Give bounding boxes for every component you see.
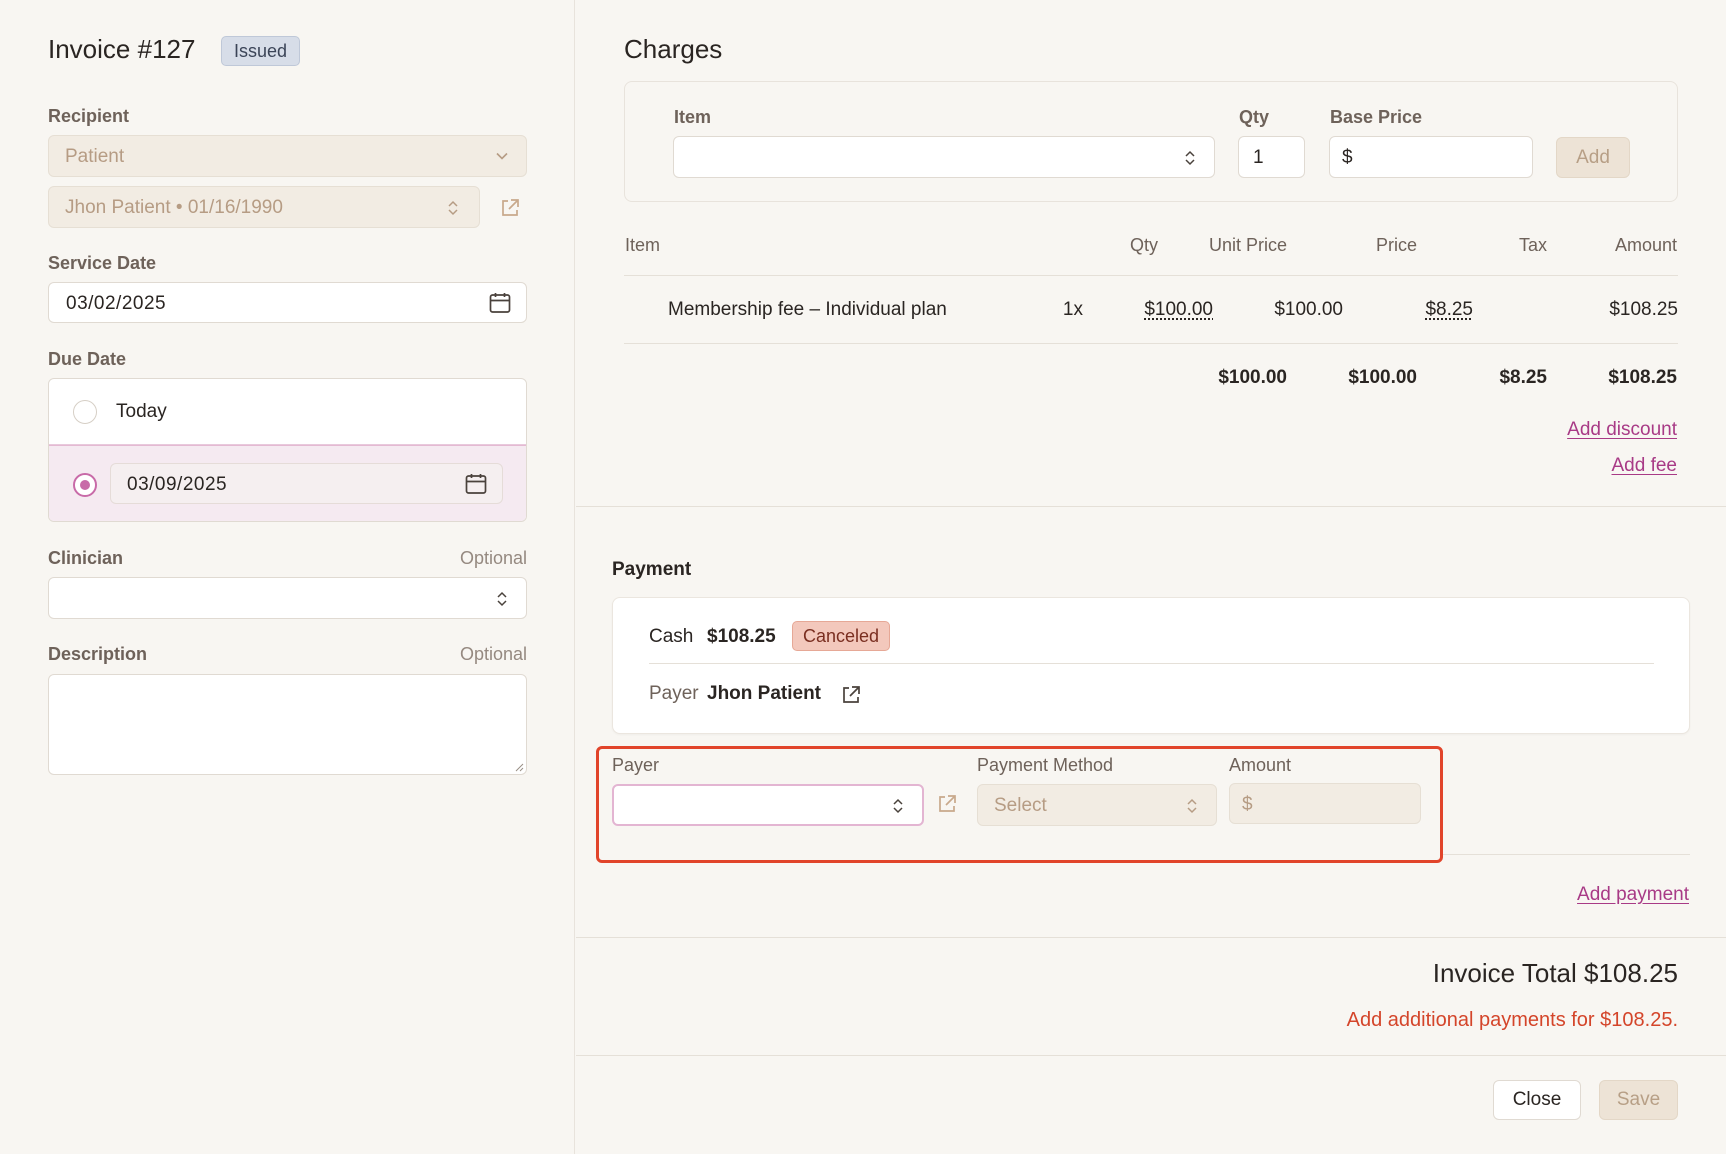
payment-method-placeholder: Select: [994, 795, 1047, 816]
base-price-label: Base Price: [1330, 107, 1423, 127]
updown-icon: [1186, 797, 1198, 815]
row-divider: [1443, 854, 1690, 855]
description-label: Description: [48, 644, 148, 664]
payer-name: Jhon Patient: [707, 683, 822, 704]
add-charge-form: Item Qty 1 Base Price $ Add: [624, 81, 1678, 202]
total-amount: $108.25: [1608, 367, 1677, 388]
description-optional: Optional: [459, 644, 527, 664]
payment-card: Cash $108.25 Canceled Payer Jhon Patient: [612, 597, 1690, 734]
section-divider: [576, 506, 1726, 507]
col-item-header: Item: [625, 235, 661, 255]
payer-label: Payer: [649, 683, 699, 704]
radio-today[interactable]: [73, 400, 97, 424]
due-date-option-custom[interactable]: 03/09/2025: [49, 445, 526, 521]
updown-icon: [892, 797, 904, 815]
due-today-label: Today: [116, 401, 167, 422]
col-unit-price-header: Unit Price: [1208, 235, 1287, 255]
updown-icon: [447, 199, 459, 217]
total-price: $100.00: [1348, 367, 1417, 388]
qty-input[interactable]: 1: [1238, 136, 1305, 178]
payment-amount: $108.25: [707, 626, 776, 647]
table-row[interactable]: Membership fee – Individual plan 1x $100…: [624, 276, 1678, 342]
clinician-optional: Optional: [459, 548, 527, 568]
payment-warning: Add additional payments for $108.25.: [1346, 1009, 1678, 1031]
row-price: $100.00: [1274, 299, 1343, 320]
clinician-select[interactable]: [48, 577, 527, 619]
payment-title: Payment: [612, 559, 692, 580]
recipient-label: Recipient: [48, 106, 130, 126]
card-divider: [649, 663, 1654, 664]
payment-status-badge: Canceled: [792, 621, 891, 651]
status-badge: Issued: [221, 36, 301, 66]
external-link-icon[interactable]: [499, 197, 521, 219]
qty-label: Qty: [1239, 107, 1270, 127]
item-select[interactable]: [673, 136, 1215, 178]
invoice-title: Invoice #127: [48, 34, 196, 64]
section-divider: [576, 937, 1726, 938]
recipient-patient-value: Jhon Patient • 01/16/1990: [65, 197, 283, 218]
item-label: Item: [674, 107, 712, 127]
col-amount-header: Amount: [1614, 235, 1677, 255]
col-price-header: Price: [1375, 235, 1417, 255]
invoice-total: Invoice Total $108.25: [1432, 958, 1678, 988]
col-qty-header: Qty: [1129, 235, 1158, 255]
amount-label: Amount: [1229, 755, 1292, 775]
base-price-input[interactable]: $: [1329, 136, 1533, 178]
description-textarea[interactable]: [48, 674, 527, 775]
row-amount: $108.25: [1609, 299, 1678, 320]
recipient-type-value: Patient: [65, 146, 125, 167]
new-payer-select[interactable]: [612, 784, 924, 826]
updown-icon: [1184, 149, 1196, 167]
due-date-label: Due Date: [48, 349, 127, 369]
row-tax[interactable]: $8.25: [1425, 299, 1473, 321]
new-payer-label: Payer: [612, 755, 660, 775]
updown-icon: [496, 590, 508, 608]
add-payment-link[interactable]: Add payment: [1577, 884, 1689, 906]
amount-input[interactable]: $: [1229, 783, 1421, 824]
due-date-value: 03/09/2025: [127, 474, 228, 495]
total-tax: $8.25: [1499, 367, 1547, 388]
calendar-icon[interactable]: [464, 472, 488, 496]
radio-custom-date[interactable]: [73, 473, 97, 497]
service-date-value: 03/02/2025: [66, 293, 167, 314]
total-unit-price: $100.00: [1218, 367, 1287, 388]
due-date-option-today[interactable]: Today: [49, 379, 526, 445]
recipient-type-select[interactable]: Patient: [48, 135, 527, 177]
due-date-input[interactable]: 03/09/2025: [110, 463, 503, 504]
col-tax-header: Tax: [1518, 235, 1547, 255]
recipient-patient-select[interactable]: Jhon Patient • 01/16/1990: [48, 186, 480, 228]
calendar-icon[interactable]: [488, 291, 512, 315]
table-divider: [624, 343, 1678, 344]
row-unit-price[interactable]: $100.00: [1144, 299, 1213, 321]
section-divider: [576, 1055, 1726, 1056]
currency-prefix: $: [1342, 147, 1353, 168]
add-charge-button[interactable]: Add: [1556, 137, 1630, 178]
payment-method-label: Payment Method: [977, 755, 1114, 775]
service-date-label: Service Date: [48, 253, 157, 273]
payment-method: Cash: [649, 626, 694, 647]
close-button[interactable]: Close: [1493, 1080, 1581, 1120]
payment-method-select[interactable]: Select: [977, 784, 1217, 826]
clinician-label: Clinician: [48, 548, 124, 568]
row-item: Membership fee – Individual plan: [668, 299, 947, 320]
chevron-down-icon: [496, 152, 508, 160]
charges-title: Charges: [624, 34, 723, 64]
external-link-icon[interactable]: [840, 684, 862, 706]
resize-handle-icon[interactable]: [514, 762, 524, 772]
add-fee-link[interactable]: Add fee: [1612, 455, 1678, 477]
row-qty: 1x: [1062, 299, 1083, 320]
service-date-input[interactable]: 03/02/2025: [48, 282, 527, 323]
due-date-options: Today 03/09/2025: [48, 378, 527, 522]
add-discount-link[interactable]: Add discount: [1567, 419, 1677, 441]
currency-prefix: $: [1242, 794, 1253, 815]
save-button[interactable]: Save: [1599, 1080, 1678, 1120]
external-link-icon[interactable]: [936, 793, 958, 815]
qty-value: 1: [1253, 147, 1264, 168]
